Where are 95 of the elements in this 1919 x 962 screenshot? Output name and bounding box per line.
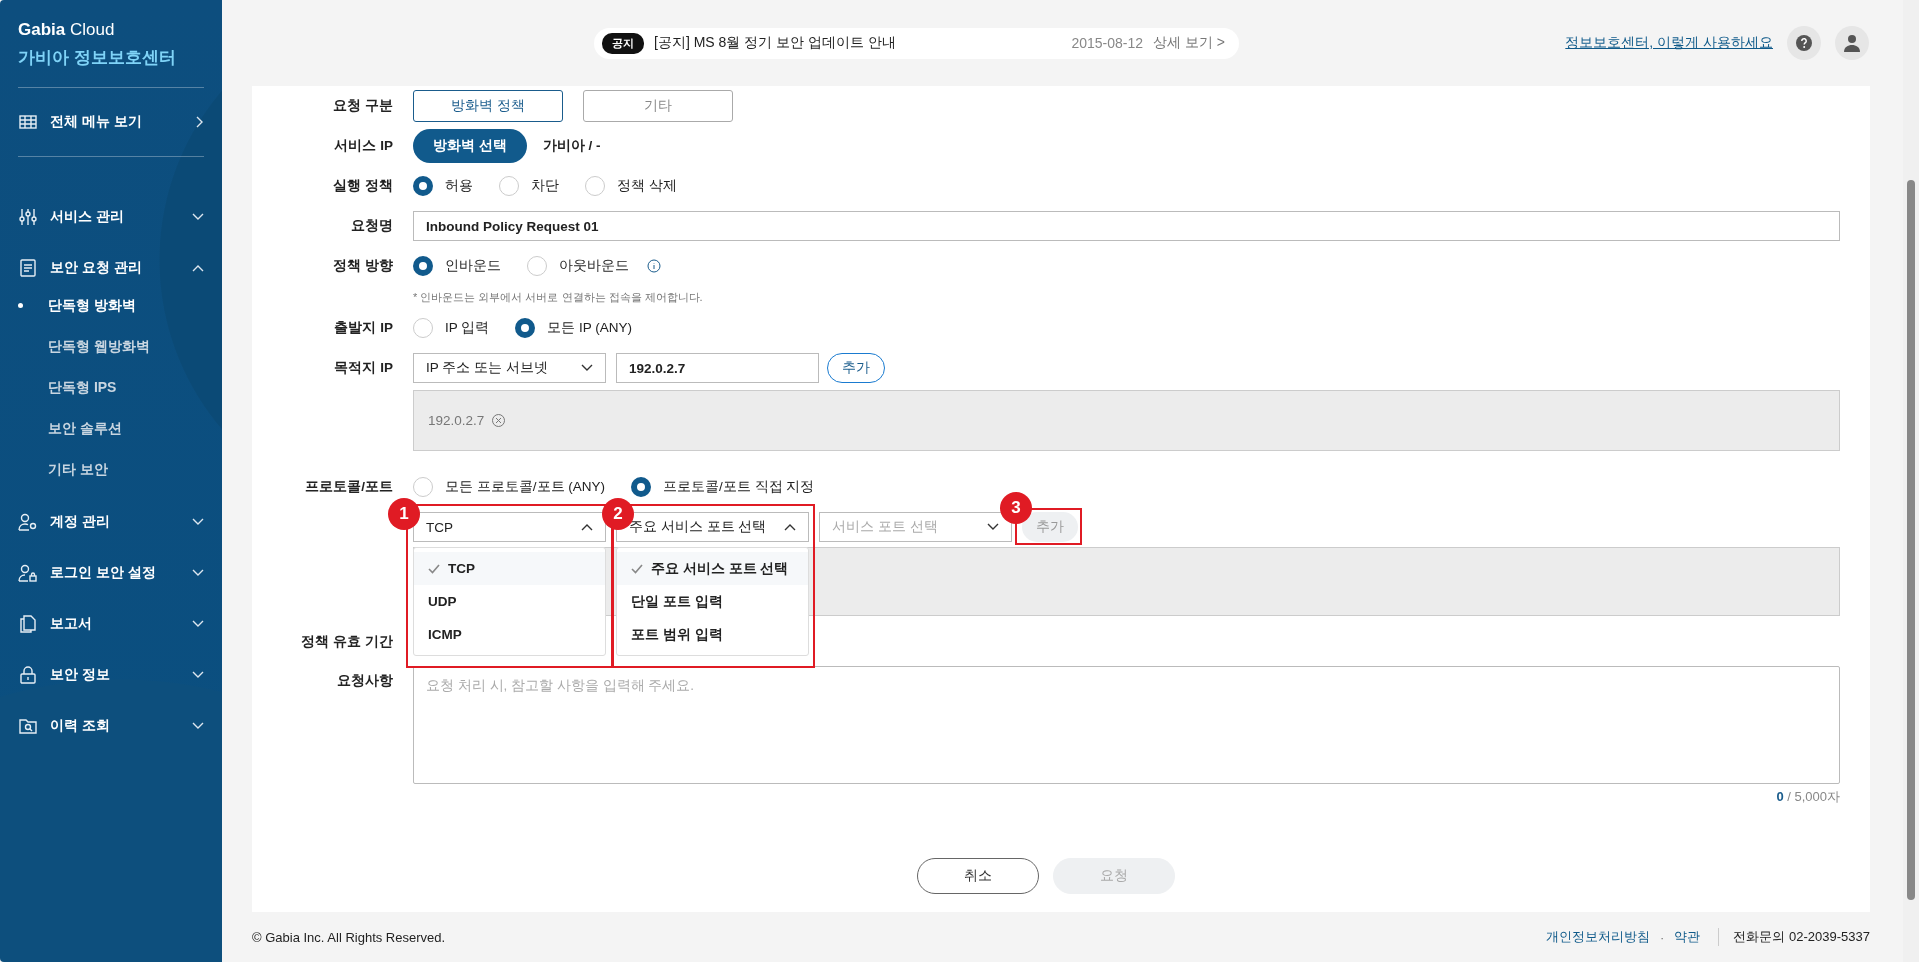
field-label: 목적지 IP	[333, 359, 393, 377]
info-icon[interactable]	[647, 259, 661, 273]
type-tab[interactable]: 기타	[583, 90, 733, 122]
dropdown-option[interactable]: 주요 서비스 포트 선택	[617, 552, 808, 585]
sidebar-subitem[interactable]: 기타 보안	[18, 449, 204, 490]
sidebar-item[interactable]: 계정 관리	[18, 496, 204, 547]
grid-icon	[18, 112, 38, 132]
field-label: 요청명	[350, 217, 393, 235]
copyright-text: © Gabia Inc. All Rights Reserved.	[252, 929, 446, 945]
sidebar-subitem[interactable]: 단독형 웹방화벽	[18, 326, 204, 367]
annotation-number: 1	[388, 498, 420, 530]
phone-text: 전화문의 02-2039-5337	[1718, 928, 1870, 946]
sidebar-item[interactable]: 서비스 관리	[18, 191, 204, 242]
sidebar-item[interactable]: 보고서	[18, 598, 204, 649]
notice-badge: 공지	[602, 32, 644, 54]
service-ip-value: 가비아 / -	[542, 137, 601, 155]
radio-label: 정책 삭제	[617, 177, 677, 195]
radio-option[interactable]: 허용	[413, 176, 473, 196]
ip-input-field[interactable]: 192.0.2.7	[616, 353, 819, 383]
scrollbar[interactable]	[1903, 0, 1919, 962]
user-button[interactable]	[1835, 26, 1869, 60]
brand-logo: Gabia Cloud	[18, 20, 116, 40]
help-button[interactable]	[1787, 26, 1821, 60]
dropdown-option[interactable]: 포트 범위 입력	[617, 618, 808, 651]
radio-label: 인바운드	[445, 257, 501, 275]
field-label: 출발지 IP	[333, 319, 393, 337]
field-label: 서비스 IP	[333, 137, 393, 155]
direction-note: * 인바운드는 외부에서 서버로 연결하는 접속을 제어합니다.	[413, 289, 703, 305]
sidebar-item[interactable]: 로그인 보안 설정	[18, 547, 204, 598]
radio-label: 프로토콜/포트 직접 지정	[663, 478, 815, 496]
footer-link[interactable]: 개인정보처리방침	[1546, 928, 1651, 946]
sidebar-title: 가비아 정보보호센터	[18, 47, 177, 69]
dropdown-option[interactable]: ICMP	[414, 618, 605, 651]
radio-button[interactable]	[515, 318, 536, 338]
check-icon	[428, 563, 440, 574]
user-icon	[1843, 34, 1861, 52]
radio-label: 아웃바운드	[559, 257, 629, 275]
action-button[interactable]: 취소	[917, 858, 1039, 894]
radio-label: IP 입력	[445, 319, 490, 337]
dropdown-option[interactable]: TCP	[414, 552, 605, 585]
user-gear-icon	[18, 511, 38, 532]
annotation-number: 3	[1000, 492, 1032, 524]
radio-option[interactable]: 모든 IP (ANY)	[515, 318, 633, 338]
help-icon	[1796, 35, 1812, 51]
select-field[interactable]: TCP	[413, 512, 606, 542]
notice-date: 2015-08-12	[1071, 35, 1144, 51]
field-label: 정책 유효 기간	[300, 633, 393, 651]
radio-option[interactable]: 아웃바운드	[527, 256, 629, 276]
caret-icon	[987, 523, 999, 531]
radio-label: 허용	[445, 177, 473, 195]
radio-option[interactable]: 프로토콜/포트 직접 지정	[631, 477, 815, 497]
radio-button[interactable]	[413, 256, 433, 276]
pages-icon	[18, 613, 38, 634]
all-menu-link[interactable]: 전체 메뉴 보기	[18, 106, 204, 138]
field-label: 요청 구분	[332, 97, 393, 115]
footer-link[interactable]: 약관	[1674, 928, 1701, 946]
sidebar-item[interactable]: 이력 조회	[18, 700, 204, 751]
field-label: 실행 정책	[332, 177, 393, 195]
field-label: 프로토콜/포트	[304, 478, 393, 496]
radio-option[interactable]: 인바운드	[413, 256, 501, 276]
check-icon	[631, 563, 643, 574]
footer-separator: ·	[1660, 929, 1665, 945]
radio-option[interactable]: IP 입력	[413, 318, 490, 338]
caret-icon	[581, 364, 593, 372]
sidebar-subitem[interactable]: 단독형 IPS	[18, 367, 204, 408]
select-field[interactable]: IP 주소 또는 서브넷	[413, 353, 606, 383]
radio-label: 모든 IP (ANY)	[547, 319, 633, 337]
sliders-icon	[18, 206, 38, 227]
radio-label: 모든 프로토콜/포트 (ANY)	[445, 478, 605, 496]
radio-option[interactable]: 정책 삭제	[585, 176, 677, 196]
firewall-select-button[interactable]: 방화벽 선택	[413, 129, 527, 163]
radio-button[interactable]	[631, 477, 651, 497]
radio-option[interactable]: 모든 프로토콜/포트 (ANY)	[413, 477, 605, 497]
sidebar-item[interactable]: 보안 정보	[18, 649, 204, 700]
help-link[interactable]: 정보보호센터, 이렇게 사용하세요	[1565, 34, 1773, 52]
notice-title[interactable]: [공지] MS 8월 정기 보안 업데이트 안내	[654, 34, 896, 52]
chevron-icon	[196, 116, 204, 128]
radio-label: 차단	[531, 177, 559, 195]
request-name-field[interactable]: Inbound Policy Request 01	[413, 211, 1840, 241]
field-label: 정책 방향	[332, 257, 393, 275]
user-lock-icon	[18, 562, 38, 583]
ip-tag: 192.0.2.7	[428, 413, 485, 428]
dropdown-option[interactable]: UDP	[414, 585, 605, 618]
detail-link[interactable]: 상세 보기 >	[1153, 34, 1225, 52]
add-button[interactable]: 추가	[827, 353, 885, 383]
type-tab[interactable]: 방화벽 정책	[413, 90, 563, 122]
sidebar-subitem[interactable]: 보안 솔루션	[18, 408, 204, 449]
radio-option[interactable]: 차단	[499, 176, 559, 196]
character-counter: 0 / 5,000자	[1775, 788, 1840, 806]
field-label: 요청사항	[336, 672, 393, 690]
radio-button[interactable]	[413, 176, 433, 196]
dropdown-option[interactable]: 단일 포트 입력	[617, 585, 808, 618]
lock-icon	[18, 664, 38, 685]
close-icon[interactable]	[492, 414, 506, 427]
document-icon	[18, 257, 38, 278]
